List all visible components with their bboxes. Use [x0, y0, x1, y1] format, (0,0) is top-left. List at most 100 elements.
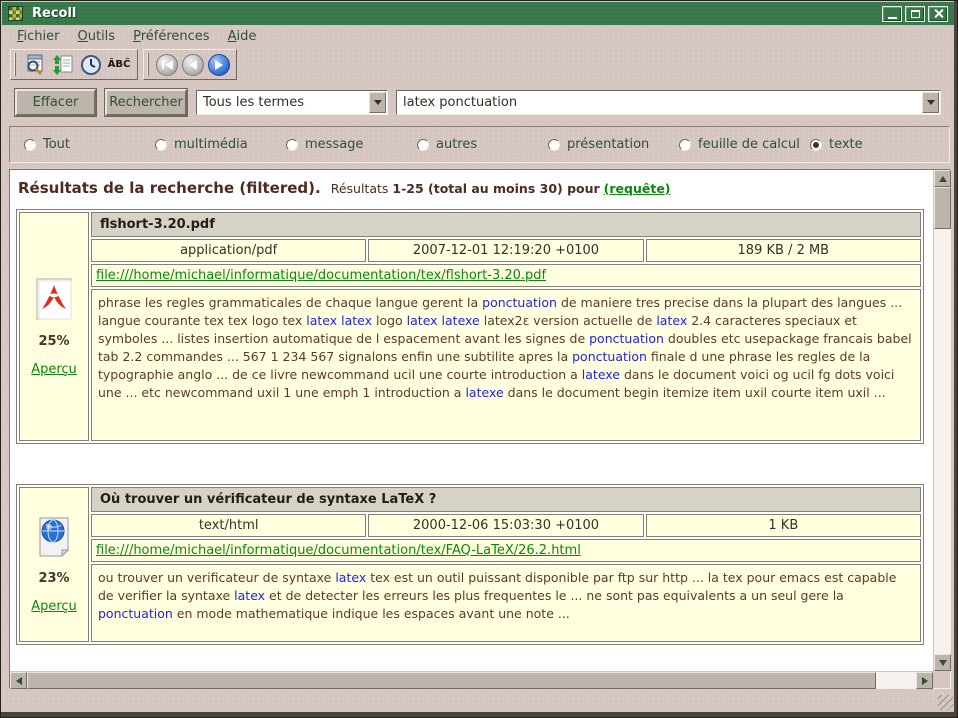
radio-icon-selected[interactable] [810, 139, 822, 151]
radio-icon[interactable] [155, 139, 167, 151]
result-date: 2007-12-01 12:19:20 +0100 [368, 239, 643, 262]
combo-dropdown-button[interactable] [922, 92, 939, 113]
toolbar-drag-handle[interactable] [147, 53, 149, 76]
menu-item-outils[interactable]: Outils [69, 27, 125, 46]
scroll-left-button[interactable] [10, 672, 27, 689]
scroll-down-button[interactable] [934, 654, 951, 671]
result-side-panel: 25% Aperçu [19, 212, 89, 441]
search-mode-combobox[interactable]: Tous les termes [196, 90, 388, 115]
vertical-scrollbar-thumb[interactable] [934, 187, 951, 229]
chevron-down-icon [374, 100, 382, 105]
arrow-left-icon [16, 677, 22, 685]
window-bottom-border [1, 712, 957, 717]
menu-item-preferences[interactable]: Préférences [124, 27, 218, 46]
arrow-up-icon [939, 176, 947, 182]
document-sort-arrows-icon [52, 54, 74, 76]
radio-icon[interactable] [679, 139, 691, 151]
result-url-link[interactable]: file:///home/michael/informatique/docume… [96, 543, 581, 558]
chevron-down-icon [927, 100, 935, 105]
result-url-link[interactable]: file:///home/michael/informatique/docume… [96, 268, 546, 283]
previous-page-icon [189, 60, 197, 70]
query-link[interactable]: (requête) [604, 181, 671, 196]
result-mime: text/html [91, 514, 366, 537]
relevance-percent: 23% [38, 571, 69, 586]
result-title: flshort-3.20.pdf [91, 212, 921, 237]
titlebar[interactable]: Recoll [2, 2, 954, 25]
filter-radio-presentation[interactable]: présentation [548, 137, 679, 152]
pdf-icon [34, 277, 74, 321]
horizontal-scrollbar-thumb[interactable] [27, 672, 876, 689]
results-heading: Résultats de la recherche (filtered). [18, 179, 321, 197]
term-explorer-button[interactable]: ÂBĈ [106, 52, 132, 78]
maximize-button[interactable] [905, 6, 925, 22]
radio-icon[interactable] [286, 139, 298, 151]
horizontal-scrollbar-track[interactable] [876, 672, 916, 688]
clock-icon [80, 54, 102, 76]
result-snippet: phrase les regles grammaticales de chaqu… [91, 289, 921, 441]
result-url-row: file:///home/michael/informatique/docume… [91, 264, 921, 287]
menu-item-aide[interactable]: Aide [219, 27, 266, 46]
close-button[interactable] [928, 6, 948, 22]
html-icon [36, 516, 72, 558]
result-url-row: file:///home/michael/informatique/docume… [91, 539, 921, 562]
document-preview-button[interactable] [22, 52, 48, 78]
arrow-down-icon [939, 660, 947, 666]
spellcheck-abc-icon: ÂBĈ [108, 59, 131, 70]
result-details: flshort-3.20.pdf application/pdf 2007-12… [91, 212, 921, 441]
search-query-value: latex ponctuation [397, 95, 922, 110]
clear-button[interactable]: Effacer [15, 89, 96, 116]
first-page-button[interactable] [156, 54, 178, 76]
result-item: 25% Aperçu flshort-3.20.pdf application/… [16, 209, 924, 444]
vertical-scrollbar[interactable] [933, 170, 950, 671]
menu-item-fichier[interactable]: Fichier [8, 27, 69, 46]
previous-page-button[interactable] [182, 54, 204, 76]
menubar: Fichier Outils Préférences Aide [3, 26, 953, 47]
scroll-right-button[interactable] [916, 672, 933, 689]
result-title: Où trouver un vérificateur de syntaxe La… [91, 487, 921, 512]
search-button[interactable]: Rechercher [105, 89, 187, 116]
filter-radio-texte[interactable]: texte [810, 137, 863, 152]
document-magnifier-icon [24, 54, 46, 76]
radio-icon[interactable] [417, 139, 429, 151]
search-bar: Effacer Rechercher Tous les termes latex… [15, 89, 941, 116]
results-header: Résultats de la recherche (filtered). Rés… [18, 178, 933, 197]
minimize-button[interactable] [882, 6, 902, 22]
scrollbar-corner [933, 671, 950, 688]
result-size: 189 KB / 2 MB [646, 239, 921, 262]
minimize-icon [888, 17, 897, 19]
next-page-icon [215, 60, 223, 70]
resize-grip[interactable] [938, 695, 953, 710]
filter-radio-autres[interactable]: autres [417, 137, 548, 152]
preview-link[interactable]: Aperçu [31, 599, 77, 614]
window-right-border [954, 1, 957, 717]
toolbar-drag-handle[interactable] [14, 53, 16, 76]
next-page-button[interactable] [208, 54, 230, 76]
recoll-logo-icon [8, 6, 23, 21]
preview-link[interactable]: Aperçu [31, 362, 77, 377]
radio-icon[interactable] [24, 139, 36, 151]
document-history-button[interactable] [78, 52, 104, 78]
first-page-icon [162, 60, 164, 69]
result-item: 23% Aperçu Où trouver un vérificateur de… [16, 484, 924, 645]
sort-by-date-button[interactable] [50, 52, 76, 78]
result-side-panel: 23% Aperçu [19, 487, 89, 642]
filter-radio-multimedia[interactable]: multimédia [155, 137, 286, 152]
search-query-input[interactable]: latex ponctuation [396, 90, 941, 115]
result-metadata-row: application/pdf 2007-12-01 12:19:20 +010… [91, 239, 921, 262]
results-panel: Résultats de la recherche (filtered). Rés… [9, 169, 951, 689]
result-details: Où trouver un vérificateur de syntaxe La… [91, 487, 921, 642]
scroll-up-button[interactable] [934, 170, 951, 187]
horizontal-scrollbar[interactable] [10, 671, 933, 688]
close-icon [933, 8, 944, 19]
results-viewport: Résultats de la recherche (filtered). Rés… [10, 170, 933, 671]
vertical-scrollbar-track[interactable] [934, 229, 950, 654]
search-mode-value: Tous les termes [197, 95, 369, 110]
result-size: 1 KB [646, 514, 921, 537]
filter-radio-tout[interactable]: Tout [24, 137, 155, 152]
filter-radio-message[interactable]: message [286, 137, 417, 152]
filter-radio-feuille-de-calcul[interactable]: feuille de calcul [679, 137, 810, 152]
results-summary: Résultats 1-25 (total au moins 30) pour … [331, 181, 671, 196]
combo-dropdown-button[interactable] [369, 92, 386, 113]
result-mime: application/pdf [91, 239, 366, 262]
radio-icon[interactable] [548, 139, 560, 151]
